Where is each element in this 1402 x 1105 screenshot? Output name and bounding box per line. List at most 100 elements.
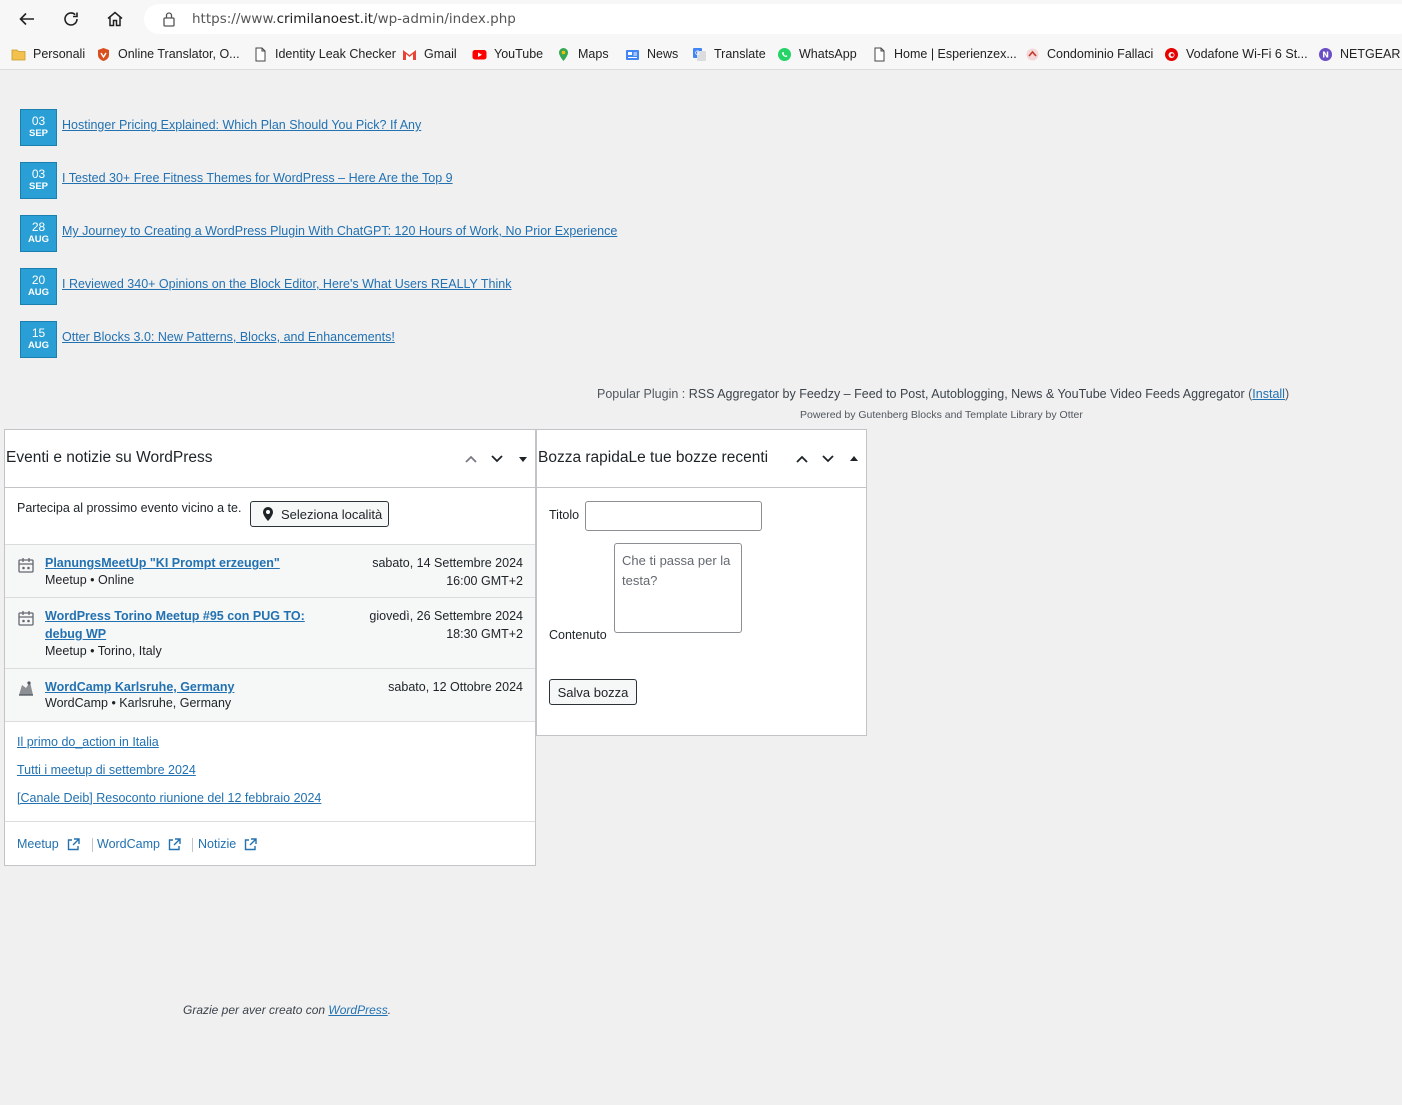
url-path: /wp-admin/index.php [373,11,516,27]
event-title-link[interactable]: PlanungsMeetUp "KI Prompt erzeugen" [45,554,280,572]
community-news-link[interactable]: [Canale Deib] Resoconto riunione del 12 … [17,791,321,805]
bookmark-identity-leak-checker[interactable]: Identity Leak Checker [253,46,396,62]
event-date-text: sabato, 12 Ottobre 2024 [388,680,523,694]
bookmark-label: Gmail [424,47,457,61]
bookmark-label: Condominio Fallaci [1047,47,1154,61]
bookmark-vodafone[interactable]: Vodafone Wi-Fi 6 St... [1164,46,1308,62]
bookmark-label: Maps [578,47,609,61]
event-date: sabato, 12 Ottobre 2024 [388,678,523,696]
event-time: 18:30 GMT+2 [446,627,523,641]
title-input[interactable] [585,501,762,531]
date-month: SEP [28,128,48,139]
install-link[interactable]: Install [1252,387,1285,401]
toggle-panel-button[interactable] [845,450,863,468]
news-link[interactable]: I Reviewed 340+ Opinions on the Block Ed… [62,277,512,291]
news-link[interactable]: Otter Blocks 3.0: New Patterns, Blocks, … [62,330,395,344]
bookmark-maps[interactable]: Maps [556,46,609,62]
powered-by: Powered by Gutenberg Blocks and Template… [800,409,1083,421]
bookmark-label: YouTube [494,47,544,61]
footer-thanks: Grazie per aver creato con WordPress. [183,1003,391,1017]
events-news-panel: Eventi e notizie su WordPress Partecipa … [4,429,536,866]
bookmark-whatsapp[interactable]: WhatsApp [777,46,857,62]
event-meta: Meetup • Online [45,573,135,587]
event-item: WordPress Torino Meetup #95 con PUG TO: d… [5,598,535,669]
bookmark-translate[interactable]: G Translate [692,46,766,62]
bookmark-home-esperienzex[interactable]: Home | Esperienzex... [872,46,1017,62]
bookmark-online-translator[interactable]: Online Translator, O... [96,46,240,62]
date-day: 15 [31,326,46,340]
event-title-line: debug WP [45,627,107,641]
svg-text:N: N [1322,50,1329,59]
home-icon [107,11,123,27]
gmail-icon [403,49,416,60]
bookmark-label: Vodafone Wi-Fi 6 St... [1186,47,1308,61]
bookmark-personali[interactable]: Personali [11,46,85,62]
wordcamp-link[interactable]: WordCamp [97,837,181,851]
wordcamp-icon [19,681,33,696]
external-link-icon [245,837,257,850]
bookmark-netgear[interactable]: N NETGEAR Ro [1318,46,1402,62]
bookmark-gmail[interactable]: Gmail [402,46,457,62]
date-day: 28 [31,220,46,234]
bookmark-label: WhatsApp [799,47,857,61]
bookmark-youtube[interactable]: YouTube [472,46,543,62]
chevron-down-icon [822,455,834,463]
move-up-button[interactable] [793,450,811,468]
external-link-icon [67,837,80,850]
move-down-button[interactable] [819,450,837,468]
address-bar[interactable]: https://www.crimilanoest.it/wp-admin/ind… [144,4,1402,34]
event-time: 16:00 GMT+2 [446,574,523,588]
content-textarea[interactable]: Che ti passa per la testa? [614,543,742,633]
chevron-up-icon [465,455,477,463]
news-link[interactable]: Hostinger Pricing Explained: Which Plan … [62,118,421,132]
select-location-button[interactable]: Seleziona località [250,501,389,527]
community-news-link[interactable]: Tutti i meetup di settembre 2024 [17,763,196,777]
news-link[interactable]: My Journey to Creating a WordPress Plugi… [62,224,617,238]
meetup-link[interactable]: Meetup [17,837,80,851]
reload-button[interactable] [59,7,83,31]
bookmark-news[interactable]: News [625,46,678,62]
event-title-line: WordPress Torino Meetup #95 con PUG TO: [45,609,305,623]
browser-toolbar: https://www.crimilanoest.it/wp-admin/ind… [0,0,1402,38]
move-down-button[interactable] [488,450,506,468]
bookmark-label: Translate [714,47,766,61]
event-title-link[interactable]: WordCamp Karlsruhe, Germany [45,678,234,696]
community-news-link[interactable]: Il primo do_action in Italia [17,735,159,749]
back-arrow-icon [19,12,34,26]
popular-label: Popular Plugin : [597,387,689,401]
event-date: giovedì, 26 Settembre 2024 18:30 GMT+2 [369,607,523,643]
date-badge: 03 SEP [20,109,57,146]
event-date-text: giovedì, 26 Settembre 2024 [369,609,523,623]
event-list: PlanungsMeetUp "KI Prompt erzeugen" Meet… [5,544,535,722]
link-separator [92,838,93,852]
bookmark-condominio-fallaci[interactable]: Condominio Fallaci [1025,46,1153,62]
toggle-panel-button[interactable] [514,450,532,468]
thanks-text: Grazie per aver creato con [183,1003,329,1017]
vodafone-icon [1165,47,1178,61]
title-label: Titolo [549,508,580,522]
news-link[interactable]: I Tested 30+ Free Fitness Themes for Wor… [62,171,453,185]
news-label: Notizie [198,837,237,851]
bookmark-label: Home | Esperienzex... [894,47,1017,61]
back-button[interactable] [15,7,39,31]
event-title-link[interactable]: WordPress Torino Meetup #95 con PUG TO: d… [45,607,305,643]
event-item: PlanungsMeetUp "KI Prompt erzeugen" Meet… [5,545,535,598]
date-badge: 20 AUG [20,268,57,305]
select-location-label: Seleziona località [281,506,383,522]
move-up-button[interactable] [462,450,480,468]
paren: ) [1284,387,1290,401]
save-draft-button[interactable]: Salva bozza [549,679,637,705]
wordpress-link[interactable]: WordPress [328,1003,387,1017]
caret-up-icon [850,456,858,461]
external-link-icon [168,837,181,850]
lock-icon [163,12,175,27]
news-footer-link[interactable]: Notizie [198,837,257,851]
netgear-icon: N [1319,47,1332,61]
home-button[interactable] [103,7,127,31]
date-day: 03 [31,114,46,128]
link-separator [192,838,193,852]
panel-header: Eventi e notizie su WordPress [5,430,535,488]
chevron-up-icon [796,455,808,463]
translator-icon [98,47,109,61]
youtube-icon [472,49,487,59]
